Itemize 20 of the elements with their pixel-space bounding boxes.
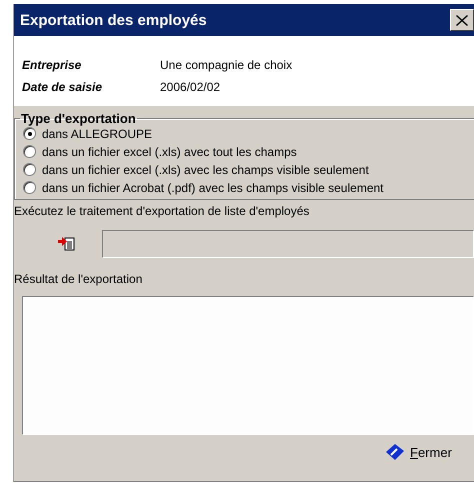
- window-close-button[interactable]: [450, 9, 474, 31]
- radio-label[interactable]: dans un fichier excel (.xls) avec tout les champs: [42, 144, 297, 158]
- radio-label[interactable]: dans un fichier excel (.xls) avec les champs visible seulement: [42, 162, 369, 176]
- field-label: Entreprise: [22, 58, 82, 72]
- run-label: Exécutez le traitement d'exportation de liste d'employés: [14, 204, 310, 218]
- radio-label[interactable]: dans ALLEGROUPE: [42, 126, 152, 140]
- radio-button[interactable]: [23, 145, 36, 158]
- radio-label[interactable]: dans un fichier Acrobat (.pdf) avec les champs visible seulement: [42, 180, 384, 194]
- radio-button[interactable]: [23, 181, 36, 194]
- field-label: Date de saisie: [22, 80, 104, 94]
- window-title: Exportation des employés: [20, 12, 207, 28]
- export-document-icon[interactable]: [58, 236, 76, 252]
- field-value: Une compagnie de choix: [160, 58, 294, 72]
- group-title: Type d'exportation: [20, 111, 137, 126]
- close-button[interactable]: Fermer: [386, 444, 452, 460]
- field-value: 2006/02/02: [160, 80, 222, 94]
- close-icon: [456, 14, 468, 26]
- result-label: Résultat de l'exportation: [14, 272, 144, 286]
- radio-button[interactable]: [23, 163, 36, 176]
- radio-button[interactable]: [23, 127, 36, 140]
